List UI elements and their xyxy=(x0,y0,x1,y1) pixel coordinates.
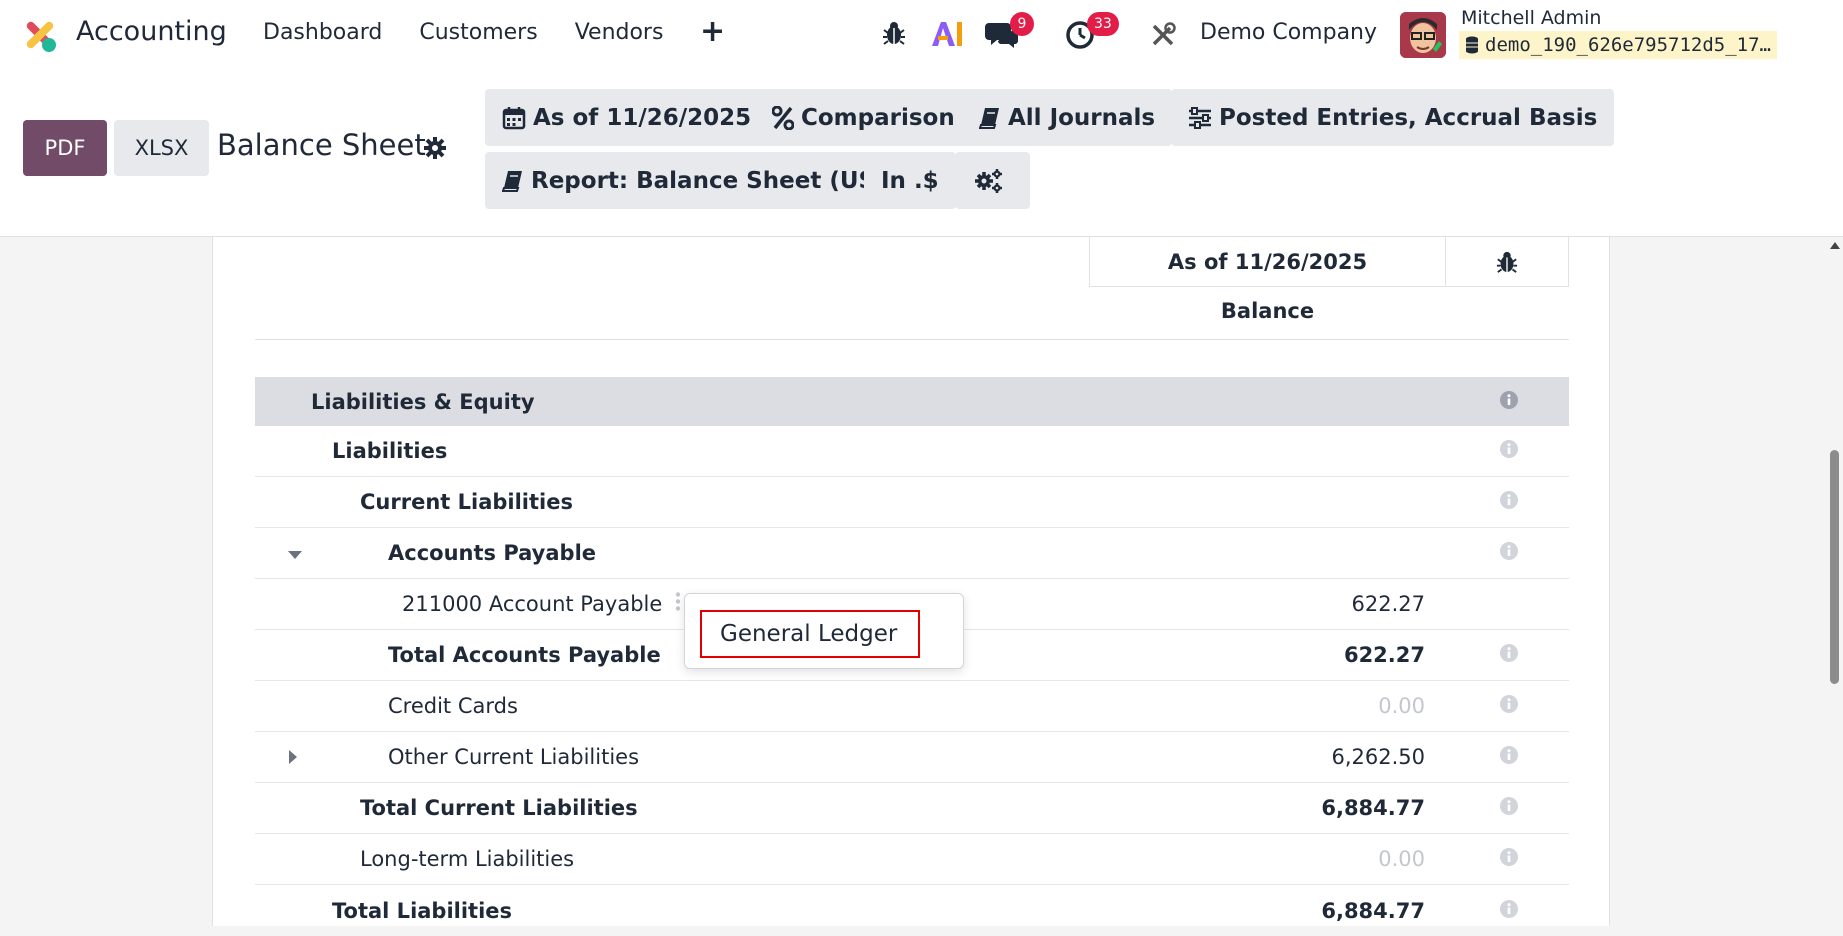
messages-badge: 9 xyxy=(1010,12,1034,36)
report-line-accounts-payable[interactable]: Accounts Payable xyxy=(255,528,1569,579)
database-name: demo_190_626e795712d5_17… xyxy=(1485,34,1771,56)
report-line-total-current-liabilities[interactable]: Total Current Liabilities 6,884.77 xyxy=(255,783,1569,834)
options-filter-button[interactable]: Posted Entries, Accrual Basis xyxy=(1171,89,1615,146)
app-name[interactable]: Accounting xyxy=(76,16,227,47)
book-icon xyxy=(979,107,999,129)
cogs-icon xyxy=(975,168,1002,193)
menu-dashboard[interactable]: Dashboard xyxy=(263,20,382,45)
journals-filter-button[interactable]: All Journals xyxy=(962,89,1173,146)
line-amount: 0.00 xyxy=(1378,694,1425,718)
comparison-filter-label: Comparison xyxy=(801,104,955,131)
line-label: Credit Cards xyxy=(388,694,518,718)
line-label: Accounts Payable xyxy=(388,541,597,565)
line-label: Liabilities xyxy=(332,439,448,463)
report-line-liabilities[interactable]: Liabilities xyxy=(255,426,1569,477)
line-label: Total Liabilities xyxy=(332,898,513,923)
line-amount: 622.27 xyxy=(1343,643,1425,667)
options-filter-label: Posted Entries, Accrual Basis xyxy=(1219,104,1598,131)
avatar-image xyxy=(1400,12,1446,58)
report-title: Balance Sheet xyxy=(217,128,426,162)
settings-cogs-button[interactable] xyxy=(955,152,1030,209)
calendar-icon xyxy=(502,106,526,129)
main-menu: Dashboard Customers Vendors xyxy=(263,20,700,45)
info-icon[interactable] xyxy=(1500,745,1518,769)
line-amount: 6,884.77 xyxy=(1321,796,1425,820)
report-line-total-liabilities[interactable]: Total Liabilities 6,884.77 xyxy=(255,885,1569,936)
date-filter-button[interactable]: As of 11/26/2025 xyxy=(485,89,769,146)
info-icon[interactable] xyxy=(1500,899,1518,923)
line-amount[interactable]: 6,262.50 xyxy=(1331,745,1425,769)
ai-icon[interactable] xyxy=(930,20,964,48)
comparison-filter-button[interactable]: Comparison xyxy=(755,89,972,146)
accounting-app-logo[interactable] xyxy=(20,15,60,55)
report-line-current-liabilities[interactable]: Current Liabilities xyxy=(255,477,1569,528)
info-icon[interactable] xyxy=(1500,390,1518,414)
scroll-up-arrow-icon[interactable] xyxy=(1830,242,1840,249)
line-context-menu: General Ledger xyxy=(684,593,964,669)
activities-badge: 33 xyxy=(1087,12,1119,36)
report-sheet: As of 11/26/2025 Balance Liabilities & E… xyxy=(212,237,1610,926)
database-icon xyxy=(1466,36,1478,54)
plus-icon[interactable]: + xyxy=(700,14,725,49)
period-column-header: As of 11/26/2025 xyxy=(1089,237,1446,287)
xlsx-button[interactable]: XLSX xyxy=(114,120,209,176)
expand-caret-icon[interactable] xyxy=(288,745,298,769)
line-label: Current Liabilities xyxy=(360,490,573,514)
vertical-scrollbar[interactable] xyxy=(1827,237,1843,926)
report-line-long-term-liabilities[interactable]: Long-term Liabilities 0.00 xyxy=(255,834,1569,885)
info-icon[interactable] xyxy=(1500,490,1518,514)
collapse-caret-icon[interactable] xyxy=(288,541,302,565)
balance-column-subheader: Balance xyxy=(1220,299,1315,323)
line-label: Total Accounts Payable xyxy=(388,643,661,667)
percent-icon xyxy=(772,105,794,130)
info-icon[interactable] xyxy=(1500,847,1518,871)
gear-icon[interactable] xyxy=(423,136,447,160)
sliders-icon xyxy=(1189,106,1211,129)
info-icon[interactable] xyxy=(1500,541,1518,565)
line-label: Total Current Liabilities xyxy=(360,796,638,820)
journals-filter-label: All Journals xyxy=(1008,104,1156,131)
debug-bug-icon[interactable] xyxy=(882,20,906,46)
book-icon xyxy=(502,170,522,192)
date-filter-label: As of 11/26/2025 xyxy=(533,104,752,131)
report-line-other-current-liabilities[interactable]: Other Current Liabilities 6,262.50 xyxy=(255,732,1569,783)
menu-vendors[interactable]: Vendors xyxy=(575,20,664,45)
line-amount: 0.00 xyxy=(1378,847,1425,871)
info-icon[interactable] xyxy=(1500,439,1518,463)
line-label: Other Current Liabilities xyxy=(388,745,640,769)
general-ledger-menu-item[interactable]: General Ledger xyxy=(700,610,920,658)
scrollbar-thumb[interactable] xyxy=(1830,450,1839,684)
info-icon[interactable] xyxy=(1500,796,1518,820)
settings-tools-icon[interactable] xyxy=(1150,22,1176,48)
currency-filter-label: In .$ xyxy=(881,167,939,194)
line-label: Long-term Liabilities xyxy=(360,847,575,871)
user-avatar[interactable] xyxy=(1400,12,1446,58)
report-variant-button[interactable]: Report: Balance Sheet (US) xyxy=(485,152,903,209)
report-line-credit-cards[interactable]: Credit Cards 0.00 xyxy=(255,681,1569,732)
report-line-liabilities-equity[interactable]: Liabilities & Equity xyxy=(255,377,1569,426)
report-variant-label: Report: Balance Sheet (US) xyxy=(531,167,886,194)
currency-filter-button[interactable]: In .$ xyxy=(864,152,956,209)
line-amount[interactable]: 622.27 xyxy=(1352,592,1425,616)
info-icon[interactable] xyxy=(1500,643,1518,667)
database-indicator: demo_190_626e795712d5_17… xyxy=(1459,31,1777,59)
pdf-button[interactable]: PDF xyxy=(23,120,107,176)
top-navbar: Accounting Dashboard Customers Vendors +… xyxy=(0,0,1843,70)
kebab-menu-icon[interactable] xyxy=(675,592,681,617)
line-amount: 6,884.77 xyxy=(1321,898,1425,923)
company-switcher[interactable]: Demo Company xyxy=(1200,20,1377,45)
info-icon[interactable] xyxy=(1500,694,1518,718)
user-name[interactable]: Mitchell Admin xyxy=(1461,7,1601,29)
column-debug-button[interactable] xyxy=(1446,237,1569,287)
line-label: Liabilities & Equity xyxy=(311,389,535,414)
header-divider xyxy=(255,339,1569,340)
line-label[interactable]: 211000 Account Payable xyxy=(402,592,662,616)
menu-customers[interactable]: Customers xyxy=(419,20,537,45)
control-panel: PDF XLSX Balance Sheet As of 11/26/2025 … xyxy=(0,70,1843,237)
debug-bug-icon xyxy=(1496,251,1518,273)
